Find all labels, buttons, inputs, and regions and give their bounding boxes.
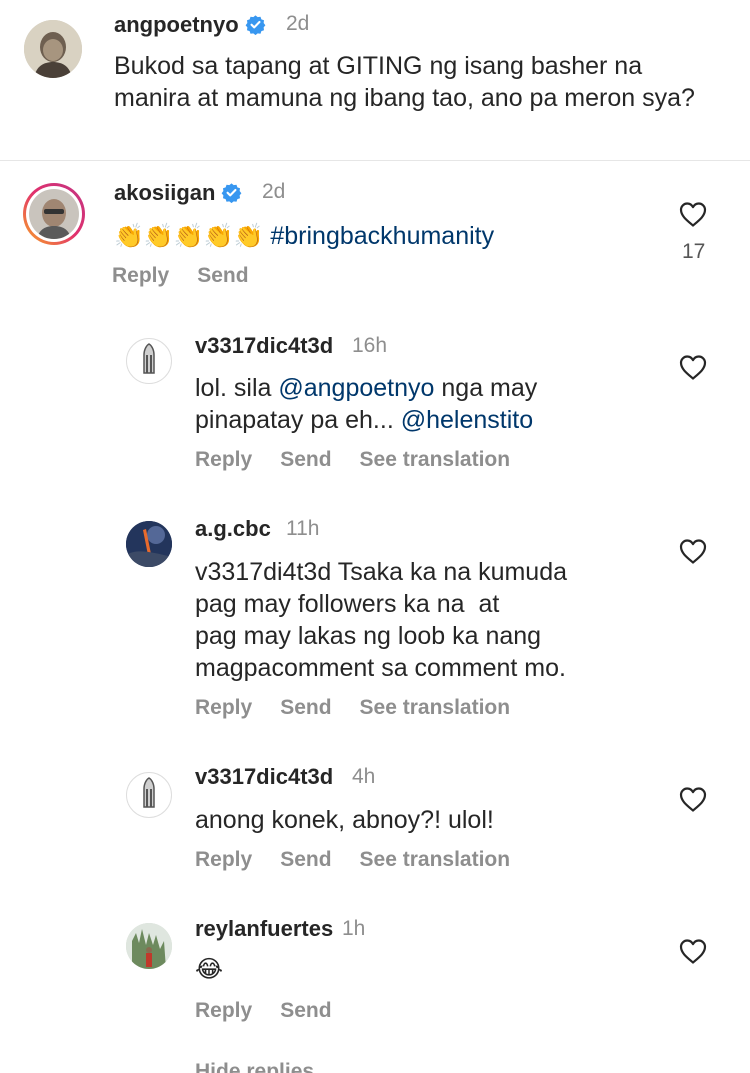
avatar-photo-icon — [29, 189, 79, 239]
reply-actions: Reply Send See translation — [195, 448, 538, 472]
send-button[interactable]: Send — [280, 848, 331, 871]
send-button[interactable]: Send — [280, 448, 331, 471]
like-heart-icon[interactable] — [678, 200, 708, 228]
reply-time: 4h — [352, 765, 376, 788]
send-button[interactable]: Send — [280, 999, 331, 1022]
reply-text-part: pinapatay pa eh... — [195, 406, 401, 434]
reply-button[interactable]: Reply — [112, 264, 169, 287]
avatar-photo-icon — [126, 923, 172, 969]
comment-username[interactable]: akosiigan — [114, 180, 242, 206]
username-text[interactable]: angpoetnyo — [114, 12, 239, 37]
reply-emoji: 😂 — [195, 956, 224, 983]
mention-link[interactable]: @helenstito — [401, 406, 533, 434]
comment-time: 2d — [286, 12, 310, 35]
avatar-photo-icon — [24, 20, 82, 78]
hide-replies-label[interactable]: Hide replies — [195, 1060, 314, 1073]
like-heart-icon[interactable] — [678, 937, 708, 965]
mention-link[interactable]: @angpoetnyo — [278, 374, 434, 402]
reply-actions: Reply Send See translation — [195, 848, 538, 872]
reply-actions: Reply Send — [195, 999, 360, 1023]
reply-time: 1h — [342, 917, 366, 940]
avatar[interactable] — [126, 521, 172, 567]
bullet-logo-icon — [143, 777, 155, 808]
verified-badge-icon — [245, 14, 266, 35]
reply-time: 16h — [352, 334, 388, 357]
bullet-logo-icon — [143, 343, 155, 374]
comment-text: Bukod sa tapang at GITING ng isang bashe… — [114, 52, 695, 112]
avatar[interactable] — [126, 772, 172, 818]
clap-emoji: 👏👏👏👏👏 — [114, 223, 264, 250]
reply-username[interactable]: v3317dic4t3d — [195, 333, 333, 359]
reply-text-part: nga may — [434, 374, 538, 402]
verified-badge-icon — [221, 182, 242, 203]
comment-text: 👏👏👏👏👏 #bringbackhumanity — [114, 220, 494, 253]
divider — [0, 160, 750, 161]
reply-button[interactable]: Reply — [195, 448, 252, 471]
send-button[interactable]: Send — [280, 696, 331, 719]
like-heart-icon[interactable] — [678, 353, 708, 381]
reply-button[interactable]: Reply — [195, 999, 252, 1022]
username-text[interactable]: akosiigan — [114, 180, 215, 205]
send-button[interactable]: Send — [197, 264, 248, 287]
reply-username[interactable]: a.g.cbc — [195, 516, 271, 542]
reply-text: lol. sila @angpoetnyo nga may pinapatay … — [195, 372, 655, 436]
reply-text: anong konek, abnoy?! ulol! — [195, 806, 494, 834]
like-heart-icon[interactable] — [678, 785, 708, 813]
like-count: 17 — [682, 240, 706, 263]
avatar-story-ring[interactable] — [23, 183, 85, 245]
avatar[interactable] — [126, 338, 172, 384]
comment-actions: Reply Send — [112, 264, 277, 288]
hashtag-link[interactable]: #bringbackhumanity — [270, 222, 494, 250]
avatar[interactable] — [24, 20, 82, 78]
reply-username[interactable]: v3317dic4t3d — [195, 764, 333, 790]
reply-button[interactable]: Reply — [195, 848, 252, 871]
comment-username[interactable]: angpoetnyo — [114, 12, 266, 38]
like-heart-icon[interactable] — [678, 537, 708, 565]
reply-time: 11h — [286, 517, 320, 540]
reply-text-line: pag may lakas ng loob ka nang — [195, 622, 542, 650]
see-translation-button[interactable]: See translation — [360, 696, 511, 719]
reply-username[interactable]: reylanfuertes — [195, 916, 333, 942]
avatar-photo-icon — [126, 521, 172, 567]
comment-time: 2d — [262, 180, 286, 203]
reply-button[interactable]: Reply — [195, 696, 252, 719]
reply-text-part: lol. sila — [195, 374, 279, 402]
reply-text-line: pag may followers ka na at — [195, 590, 500, 618]
see-translation-button[interactable]: See translation — [360, 848, 511, 871]
reply-text-line: v3317di4t3d Tsaka ka na kumuda — [195, 558, 568, 586]
reply-actions: Reply Send See translation — [195, 696, 538, 720]
hide-replies-button[interactable]: Hide replies — [195, 1060, 314, 1073]
reply-text-line: magpacomment sa comment mo. — [195, 654, 566, 682]
reply-text: v3317di4t3d Tsaka ka na kumuda pag may f… — [195, 556, 655, 684]
see-translation-button[interactable]: See translation — [360, 448, 511, 471]
avatar[interactable] — [126, 923, 172, 969]
